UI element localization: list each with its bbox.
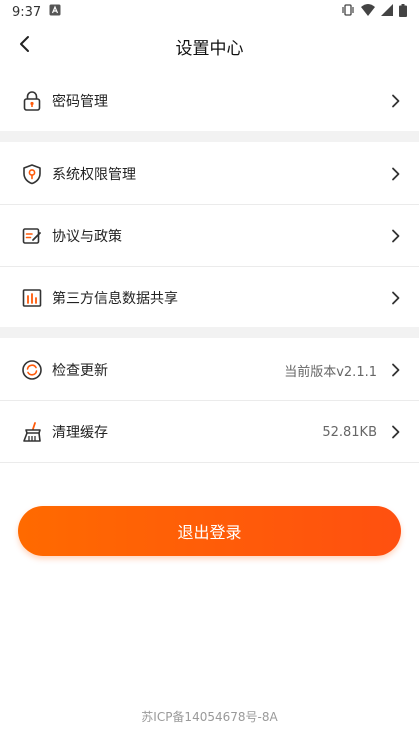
- row-divider: [0, 462, 419, 463]
- version-value: 当前版本v2.1.1: [284, 364, 377, 380]
- chevron-right-icon: [389, 290, 401, 306]
- bar-chart-icon: [20, 286, 44, 310]
- settings-row-password[interactable]: 密码管理: [0, 70, 419, 132]
- signal-icon: [381, 4, 393, 20]
- settings-row-label: 清理缓存: [52, 425, 108, 441]
- settings-row-check-update[interactable]: 检查更新 当前版本v2.1.1: [0, 339, 419, 401]
- lock-icon: [20, 89, 44, 113]
- wifi-icon: [361, 4, 375, 20]
- section-gap: [0, 131, 419, 142]
- nav-bar: 设置中心: [0, 24, 419, 68]
- settings-row-clear-cache[interactable]: 清理缓存 52.81KB: [0, 401, 419, 463]
- status-left: 9:37: [12, 4, 61, 20]
- settings-row-label: 协议与政策: [52, 229, 122, 245]
- broom-icon: [20, 420, 44, 444]
- settings-row-label: 密码管理: [52, 94, 108, 110]
- chevron-right-icon: [389, 166, 401, 182]
- section-gap: [0, 327, 419, 338]
- chevron-right-icon: [389, 93, 401, 109]
- logout-button[interactable]: 退出登录: [18, 506, 401, 556]
- settings-row-label: 系统权限管理: [52, 167, 136, 183]
- shield-location-icon: [20, 162, 44, 186]
- document-edit-icon: [20, 224, 44, 248]
- chevron-right-icon: [389, 362, 401, 378]
- vibrate-icon: [341, 3, 355, 21]
- page-title: 设置中心: [175, 38, 244, 59]
- settings-row-data-sharing[interactable]: 第三方信息数据共享: [0, 267, 419, 329]
- cache-size-value: 52.81KB: [322, 424, 377, 440]
- settings-row-label: 第三方信息数据共享: [52, 291, 178, 307]
- back-button[interactable]: [8, 30, 40, 62]
- chevron-right-icon: [389, 424, 401, 440]
- chevron-left-icon: [18, 35, 30, 57]
- status-time: 9:37: [12, 4, 42, 20]
- chevron-right-icon: [389, 228, 401, 244]
- settings-row-permissions[interactable]: 系统权限管理: [0, 143, 419, 205]
- status-right: [341, 3, 407, 21]
- status-bar: 9:37: [0, 0, 419, 24]
- settings-row-label: 检查更新: [52, 363, 108, 379]
- icp-footer: 苏ICP备14054678号-8A: [141, 710, 278, 724]
- refresh-icon: [20, 358, 44, 382]
- settings-row-policies[interactable]: 协议与政策: [0, 205, 419, 267]
- notification-a-icon: [49, 4, 61, 20]
- logout-label: 退出登录: [177, 523, 242, 542]
- battery-icon: [399, 3, 407, 21]
